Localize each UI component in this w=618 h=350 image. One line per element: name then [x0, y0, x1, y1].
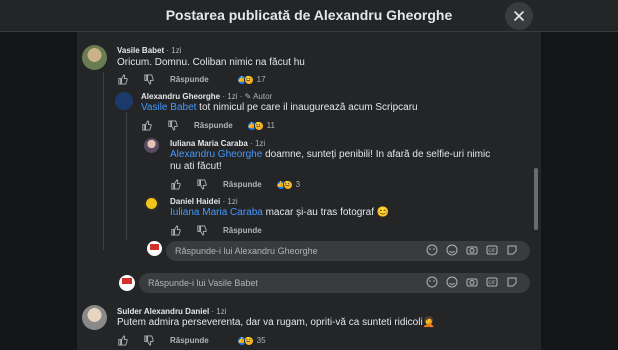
- dialog-header: Postarea publicată de Alexandru Gheorghe: [0, 0, 618, 32]
- current-user-avatar: [119, 275, 135, 291]
- reactions-summary[interactable]: 👍 😆 17: [236, 74, 266, 85]
- comment-time[interactable]: 1zi: [171, 46, 181, 55]
- reply-button[interactable]: Răspunde: [170, 336, 209, 345]
- comment-actions: Răspunde: [170, 225, 262, 236]
- haha-reaction-icon: 😆: [243, 74, 254, 85]
- avatar-sticker-icon[interactable]: [426, 276, 438, 288]
- close-icon: [514, 11, 524, 21]
- comment-author[interactable]: Alexandru Gheorghe: [141, 92, 220, 101]
- comment-author[interactable]: Sulder Alexandru Daniel: [117, 307, 209, 316]
- comment-text: Vasile Babet tot nimicul pe care il inau…: [141, 102, 418, 113]
- close-button[interactable]: [505, 2, 533, 30]
- avatar[interactable]: [144, 138, 159, 153]
- haha-reaction-icon: 😆: [243, 335, 254, 346]
- reactions-summary[interactable]: 👍 😆 11: [246, 120, 275, 131]
- dislike-icon[interactable]: [143, 74, 154, 85]
- svg-text:GIF: GIF: [488, 248, 496, 254]
- dislike-icon[interactable]: [196, 225, 207, 236]
- gif-icon[interactable]: GIF: [486, 276, 498, 288]
- reactions-summary[interactable]: 👍 😆 3: [275, 179, 301, 190]
- reaction-count: 11: [266, 121, 275, 130]
- haha-reaction-icon: 😆: [253, 120, 264, 131]
- current-user-avatar: [147, 241, 162, 256]
- comment-author[interactable]: Iuliana Maria Caraba: [170, 139, 248, 148]
- reply-button[interactable]: Răspunde: [194, 121, 233, 130]
- comment-author[interactable]: Vasile Babet: [117, 46, 164, 55]
- mention-link[interactable]: Vasile Babet: [141, 102, 196, 113]
- svg-text:GIF: GIF: [488, 280, 496, 286]
- comment-actions: Răspunde 👍 😆 35: [117, 335, 266, 346]
- reply-input[interactable]: Răspunde-i lui Alexandru Gheorghe GIF: [166, 241, 530, 261]
- comment-actions: Răspunde 👍 😆 17: [117, 74, 266, 85]
- comment-actions: Răspunde 👍 😆 11: [141, 120, 275, 131]
- avatar[interactable]: [115, 92, 133, 110]
- comment-time[interactable]: 1zi: [255, 139, 265, 148]
- emoji-icon[interactable]: [446, 276, 458, 288]
- reactions-summary[interactable]: 👍 😆 35: [236, 335, 266, 346]
- reaction-count: 17: [256, 75, 266, 84]
- comment-text: Oricum. Domnu. Coliban nimic na făcut hu: [117, 57, 305, 68]
- reply-placeholder: Răspunde-i lui Alexandru Gheorghe: [175, 246, 318, 256]
- pencil-icon: ✎: [244, 92, 252, 101]
- camera-icon[interactable]: [466, 276, 478, 288]
- reply-button[interactable]: Răspunde: [223, 180, 262, 189]
- dislike-icon[interactable]: [196, 179, 207, 190]
- author-badge: Autor: [253, 92, 273, 101]
- like-icon[interactable]: [170, 225, 181, 236]
- thread-line: [103, 72, 104, 250]
- reply-input[interactable]: Răspunde-i lui Vasile Babet GIF: [139, 273, 530, 293]
- reply-button[interactable]: Răspunde: [170, 75, 209, 84]
- reply-placeholder: Răspunde-i lui Vasile Babet: [148, 278, 258, 288]
- backdrop-right: [541, 0, 618, 350]
- like-icon[interactable]: [117, 74, 128, 85]
- gif-icon[interactable]: GIF: [486, 244, 498, 256]
- like-icon[interactable]: [141, 120, 152, 131]
- mention-link[interactable]: Iuliana Maria Caraba: [170, 207, 263, 218]
- dislike-icon[interactable]: [143, 335, 154, 346]
- comment-time[interactable]: 1zi: [227, 92, 237, 101]
- emoji-icon[interactable]: [446, 244, 458, 256]
- avatar[interactable]: [144, 196, 159, 211]
- comment-time[interactable]: 1zi: [227, 197, 237, 206]
- comment-author[interactable]: Daniel Haidei: [170, 197, 220, 206]
- sticker-icon[interactable]: [506, 276, 518, 288]
- sticker-icon[interactable]: [506, 244, 518, 256]
- avatar[interactable]: [82, 305, 107, 330]
- haha-reaction-icon: 😆: [282, 179, 293, 190]
- dislike-icon[interactable]: [167, 120, 178, 131]
- comment-actions: Răspunde 👍 😆 3: [170, 179, 300, 190]
- comment-time[interactable]: 1zi: [216, 307, 226, 316]
- avatar-sticker-icon[interactable]: [426, 244, 438, 256]
- thread-line: [126, 112, 127, 240]
- like-icon[interactable]: [170, 179, 181, 190]
- like-icon[interactable]: [117, 335, 128, 346]
- reaction-count: 35: [256, 336, 266, 345]
- camera-icon[interactable]: [466, 244, 478, 256]
- reaction-count: 3: [295, 180, 301, 189]
- mention-link[interactable]: Alexandru Gheorghe: [170, 149, 262, 160]
- backdrop-left: [0, 0, 77, 350]
- scrollbar[interactable]: [534, 168, 538, 230]
- comment-text: Putem admira perseverenta, dar va rugam,…: [117, 317, 436, 328]
- comment-text: Alexandru Gheorghe doamne, sunteți penib…: [170, 149, 491, 172]
- post-dialog: Vasile Babet · 1zi Oricum. Domnu. Coliba…: [77, 0, 541, 350]
- reply-button[interactable]: Răspunde: [223, 226, 262, 235]
- comment-text: Iuliana Maria Caraba macar și-au tras fo…: [170, 207, 390, 218]
- avatar[interactable]: [82, 45, 107, 70]
